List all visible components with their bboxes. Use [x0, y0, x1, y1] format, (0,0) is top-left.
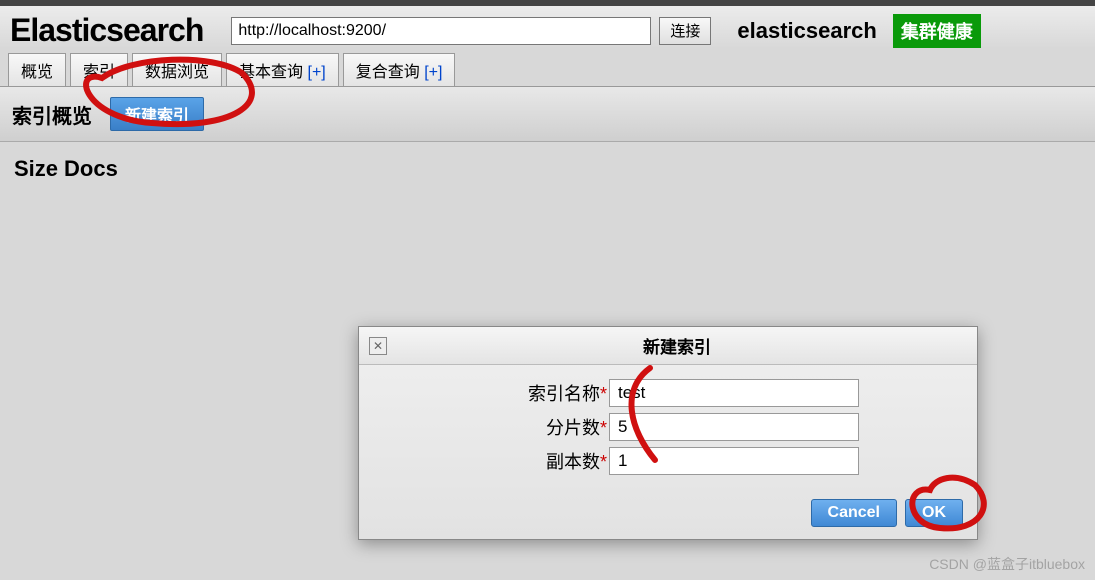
tab-indices[interactable]: 索引 — [70, 53, 128, 86]
close-icon: ✕ — [373, 339, 383, 353]
dialog-title: 新建索引 — [387, 333, 967, 358]
label-replicas-text: 副本数 — [546, 452, 600, 472]
required-mark: * — [600, 452, 607, 472]
tab-basic-query[interactable]: 基本查询 [+] — [226, 53, 339, 86]
tab-browse[interactable]: 数据浏览 — [132, 53, 222, 86]
cluster-name: elasticsearch — [737, 18, 876, 44]
new-index-button[interactable]: 新建索引 — [110, 97, 204, 131]
content-area: Size Docs — [0, 142, 1095, 196]
dialog-body: 索引名称* 分片数* 副本数* — [359, 365, 977, 491]
dialog-footer: Cancel OK — [359, 491, 977, 539]
app-header: Elasticsearch 连接 elasticsearch 集群健康 — [0, 6, 1095, 49]
subheader: 索引概览 新建索引 — [0, 86, 1095, 142]
cluster-health-badge: 集群健康 — [893, 14, 981, 48]
table-header: Size Docs — [14, 156, 1081, 182]
form-row-replicas: 副本数* — [379, 447, 957, 475]
form-row-index-name: 索引名称* — [379, 379, 957, 407]
label-shards: 分片数* — [379, 414, 609, 440]
input-replicas[interactable] — [609, 447, 859, 475]
input-index-name[interactable] — [609, 379, 859, 407]
new-index-dialog: ✕ 新建索引 索引名称* 分片数* 副本数* Cancel OK — [358, 326, 978, 540]
label-index-name-text: 索引名称 — [528, 384, 600, 404]
subheader-title: 索引概览 — [12, 100, 92, 129]
connect-button[interactable]: 连接 — [659, 17, 711, 45]
app-logo: Elasticsearch — [10, 12, 203, 49]
tab-compound-query[interactable]: 复合查询 [+] — [343, 53, 456, 86]
form-row-shards: 分片数* — [379, 413, 957, 441]
watermark: CSDN @蓝盒子itbluebox — [929, 554, 1085, 574]
cluster-url-input[interactable] — [231, 17, 651, 45]
input-shards[interactable] — [609, 413, 859, 441]
ok-button[interactable]: OK — [905, 499, 963, 527]
column-size: Size — [14, 156, 58, 182]
column-docs: Docs — [64, 156, 118, 182]
tab-basic-query-plus: [+] — [308, 64, 326, 81]
label-replicas: 副本数* — [379, 448, 609, 474]
cancel-button[interactable]: Cancel — [811, 499, 897, 527]
tab-overview[interactable]: 概览 — [8, 53, 66, 86]
required-mark: * — [600, 418, 607, 438]
dialog-close-button[interactable]: ✕ — [369, 337, 387, 355]
dialog-titlebar[interactable]: ✕ 新建索引 — [359, 327, 977, 365]
label-shards-text: 分片数 — [546, 418, 600, 438]
main-tabs: 概览 索引 数据浏览 基本查询 [+] 复合查询 [+] — [0, 49, 1095, 86]
label-index-name: 索引名称* — [379, 380, 609, 406]
required-mark: * — [600, 384, 607, 404]
tab-compound-query-plus: [+] — [424, 64, 442, 81]
tab-compound-query-label: 复合查询 — [356, 64, 420, 81]
tab-basic-query-label: 基本查询 — [239, 64, 303, 81]
